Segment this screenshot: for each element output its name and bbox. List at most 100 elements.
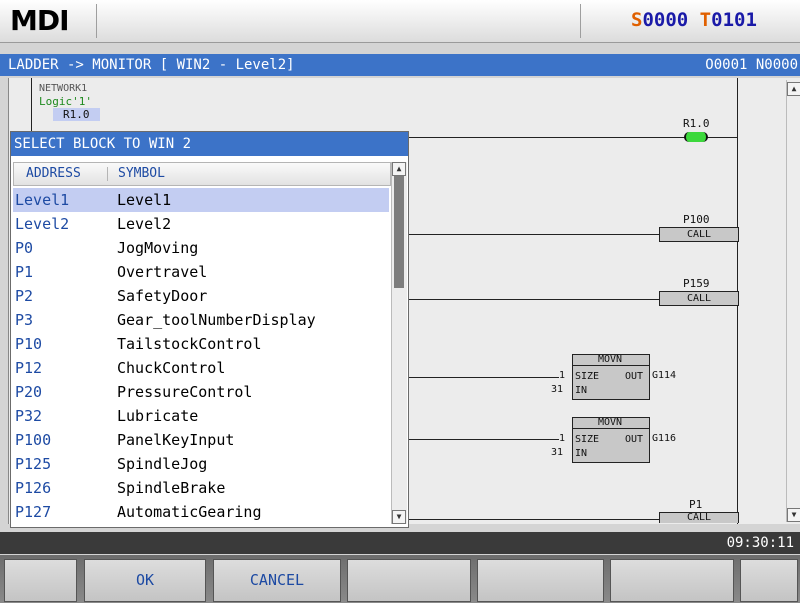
- list-item-address: P125: [15, 455, 52, 473]
- out-pin: OUT: [625, 434, 644, 445]
- list-item-symbol: ChuckControl: [117, 359, 226, 377]
- column-header-symbol: SYMBOL: [118, 166, 165, 181]
- size-pin: SIZE: [575, 371, 600, 382]
- network-label: NETWORK1: [39, 83, 88, 94]
- rung-line: [407, 377, 559, 378]
- spindle-tool-readout: S0000 T0101: [631, 9, 757, 31]
- clock: 09:30:11: [726, 535, 794, 551]
- list-item-symbol: JogMoving: [117, 239, 199, 257]
- list-item-address: P100: [15, 431, 52, 449]
- out-pin: OUT: [625, 371, 644, 382]
- list-item-address: P10: [15, 335, 43, 353]
- softkey-7[interactable]: [740, 559, 798, 602]
- tool-value: 0101: [711, 9, 757, 31]
- cancel-button[interactable]: CANCEL: [213, 559, 341, 602]
- scroll-thumb[interactable]: [394, 176, 404, 288]
- contact-label: R1.0: [53, 108, 100, 121]
- list-item-address: P3: [15, 311, 34, 329]
- list-item[interactable]: P20 PressureControl: [13, 380, 389, 404]
- list-item[interactable]: P1 Overtravel: [13, 260, 389, 284]
- dialog-title: SELECT BLOCK TO WIN 2: [14, 136, 192, 152]
- list-item[interactable]: P0 JogMoving: [13, 236, 389, 260]
- out-value: G116: [652, 433, 677, 444]
- list-item-symbol: PanelKeyInput: [117, 431, 235, 449]
- size-value: 1: [559, 370, 566, 381]
- mode-indicator: MDI: [10, 4, 70, 37]
- list-item-address: P32: [15, 407, 43, 425]
- screen-title: LADDER -> MONITOR [ WIN2 - Level2]: [8, 57, 295, 73]
- list-item-symbol: AutomaticGearing: [117, 503, 262, 521]
- list-item[interactable]: Level1 Level1: [13, 188, 389, 212]
- screen-title-bar: LADDER -> MONITOR [ WIN2 - Level2] O0001…: [0, 54, 800, 76]
- coil-icon: [684, 132, 708, 142]
- block-name: MOVN: [598, 354, 623, 365]
- list-item[interactable]: P126 SpindleBrake: [13, 476, 389, 500]
- list-item-address: P1: [15, 263, 34, 281]
- list-item[interactable]: P10 TailstockControl: [13, 332, 389, 356]
- list-item[interactable]: Level2 Level2: [13, 212, 389, 236]
- list-item[interactable]: P3 Gear_toolNumberDisplay: [13, 308, 389, 332]
- list-item-address: Level1: [15, 191, 70, 209]
- column-divider: [107, 167, 108, 181]
- list-item[interactable]: P125 SpindleJog: [13, 452, 389, 476]
- list-item[interactable]: P12 ChuckControl: [13, 356, 389, 380]
- list-item-address: Level2: [15, 215, 70, 233]
- status-bar: [0, 532, 800, 554]
- list-item-symbol: Gear_toolNumberDisplay: [117, 311, 316, 329]
- in-pin: IN: [575, 448, 588, 459]
- column-header-address: ADDRESS: [26, 166, 81, 181]
- call-label: P159: [683, 277, 710, 290]
- softkey-4[interactable]: [347, 559, 471, 602]
- list-item-symbol: PressureControl: [117, 383, 253, 401]
- spindle-value: 0000: [642, 9, 689, 31]
- block-divider: [573, 365, 649, 366]
- call-label: P100: [683, 213, 710, 226]
- list-item-symbol: Level1: [117, 191, 172, 209]
- scroll-up-button[interactable]: ▲: [787, 82, 800, 96]
- in-value: 31: [551, 384, 564, 395]
- in-pin: IN: [575, 385, 588, 396]
- list-header: ADDRESS SYMBOL: [13, 162, 391, 186]
- call-block: CALL: [659, 227, 739, 242]
- list-item-address: P12: [15, 359, 43, 377]
- list-item-symbol: SpindleBrake: [117, 479, 226, 497]
- ok-button[interactable]: OK: [84, 559, 206, 602]
- softkey-6[interactable]: [610, 559, 734, 602]
- scroll-down-button[interactable]: ▼: [787, 508, 800, 522]
- call-block: CALL: [659, 291, 739, 306]
- ladder-scrollbar[interactable]: ▲ ▼: [786, 80, 800, 522]
- list-item-address: P127: [15, 503, 52, 521]
- in-value: 31: [551, 447, 564, 458]
- list-item[interactable]: P2 SafetyDoor: [13, 284, 389, 308]
- scroll-down-button[interactable]: ▼: [392, 510, 406, 524]
- header-divider: [96, 4, 97, 38]
- list-item[interactable]: P32 Lubricate: [13, 404, 389, 428]
- list-item-symbol: SpindleJog: [117, 455, 208, 473]
- spindle-letter: S: [631, 9, 643, 31]
- list-item-symbol: SafetyDoor: [117, 287, 208, 305]
- logic-label: Logic'1': [39, 95, 92, 108]
- coil-label: R1.0: [683, 117, 710, 130]
- list-item-symbol: Overtravel: [117, 263, 208, 281]
- list-item-address: P0: [15, 239, 34, 257]
- rung-line: [407, 439, 559, 440]
- tool-letter: T: [699, 9, 712, 31]
- list-item-address: P126: [15, 479, 52, 497]
- call-label: P1: [689, 498, 703, 511]
- list-item-symbol: Level2: [117, 215, 172, 233]
- movn-block: MOVN SIZE OUT IN: [572, 354, 650, 400]
- size-pin: SIZE: [575, 434, 600, 445]
- list-item-symbol: TailstockControl: [117, 335, 262, 353]
- list-item[interactable]: P127 AutomaticGearing: [13, 500, 389, 524]
- list-item-address: P2: [15, 287, 34, 305]
- scroll-up-button[interactable]: ▲: [392, 162, 406, 176]
- softkey-5[interactable]: [477, 559, 604, 602]
- block-divider: [573, 428, 649, 429]
- list-item[interactable]: P100 PanelKeyInput: [13, 428, 389, 452]
- movn-block: MOVN SIZE OUT IN: [572, 417, 650, 463]
- list-scrollbar[interactable]: ▲ ▼: [391, 162, 407, 524]
- softkey-1[interactable]: [4, 559, 77, 602]
- select-block-dialog: SELECT BLOCK TO WIN 2 ADDRESS SYMBOL Lev…: [10, 131, 409, 528]
- list-item-symbol: Lubricate: [117, 407, 199, 425]
- header-divider: [580, 4, 581, 38]
